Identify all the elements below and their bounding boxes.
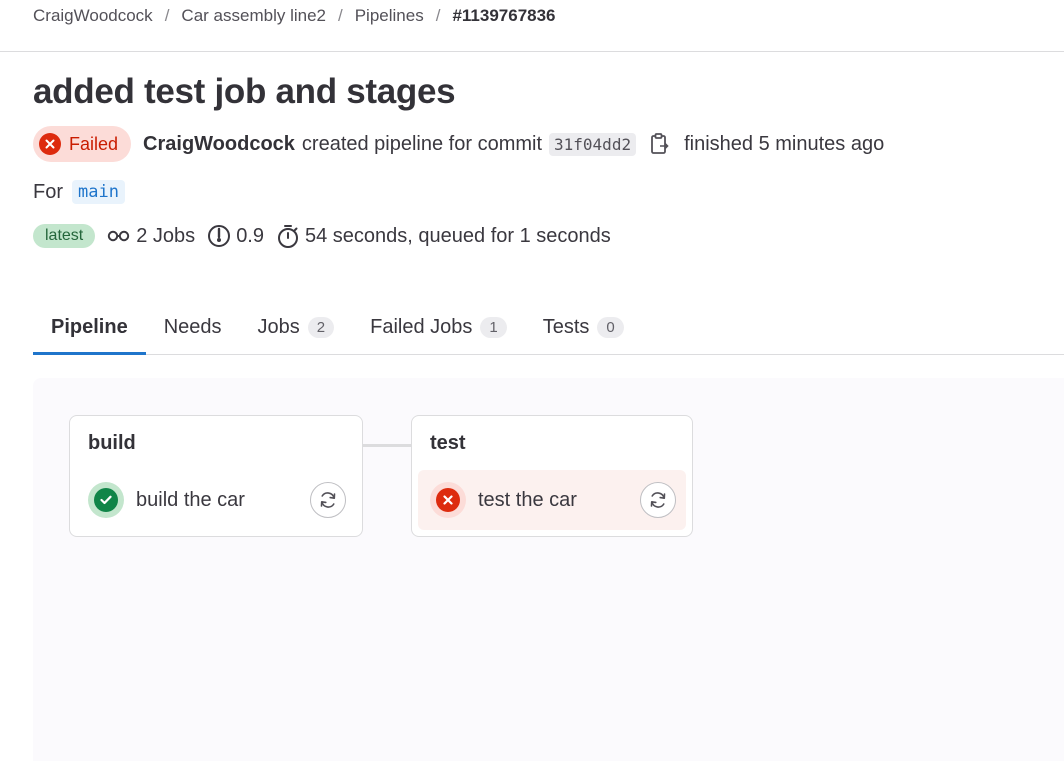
branch-link[interactable]: main: [72, 180, 125, 204]
tab-pipeline[interactable]: Pipeline: [33, 300, 146, 355]
jobs-count-text: 2 Jobs: [136, 224, 196, 247]
status-failed-icon: [430, 482, 466, 518]
pipeline-graph: build build the car test test the car: [33, 378, 1064, 761]
tab-count-badge: 2: [307, 316, 335, 338]
retry-icon: [320, 492, 336, 508]
status-badge-label: Failed: [69, 133, 119, 154]
status-action-text: created pipeline for commit: [301, 132, 543, 155]
timer-icon: [278, 225, 298, 248]
pipeline-duration: 54 seconds, queued for 1 seconds: [276, 223, 611, 249]
clipboard-icon[interactable]: [650, 132, 670, 156]
pipeline-duration-text: 54 seconds, queued for 1 seconds: [305, 224, 611, 247]
status-badge[interactable]: Failed: [33, 126, 132, 162]
tab-jobs[interactable]: Jobs 2: [240, 300, 353, 354]
status-success-icon: [88, 482, 124, 518]
breadcrumb-separator: /: [435, 6, 441, 25]
tab-label: Tests: [542, 315, 590, 338]
job-test-the-car[interactable]: test the car: [418, 470, 686, 530]
tab-failed-jobs[interactable]: Failed Jobs 1: [352, 300, 525, 354]
ref-label: For: [33, 180, 63, 203]
retry-button[interactable]: [310, 482, 346, 518]
commit-sha[interactable]: 31f04dd2: [549, 132, 637, 156]
pipeline-icon: [108, 230, 130, 242]
breadcrumb-current[interactable]: #1139767836: [452, 6, 555, 26]
retry-button[interactable]: [640, 482, 676, 518]
ref-line: For main: [33, 180, 125, 204]
breadcrumb-separator: /: [164, 6, 170, 25]
stage-connector: [363, 444, 411, 447]
finished-time: finished 5 minutes ago: [684, 132, 885, 155]
tab-count-badge: 1: [480, 316, 507, 338]
status-failed-icon: [39, 133, 61, 155]
stage-title: test: [430, 432, 466, 454]
breadcrumb: CraigWoodcock / Car assembly line2 / Pip…: [0, 0, 1064, 52]
retry-icon: [650, 492, 666, 508]
tab-label: Failed Jobs: [370, 315, 473, 338]
stage-test: test test the car: [411, 415, 693, 537]
stage-build: build build the car: [69, 415, 363, 537]
tab-label: Pipeline: [51, 315, 128, 338]
gauge-icon: [208, 225, 231, 247]
pipeline-score: 0.9: [207, 224, 264, 248]
pipeline-tabs: Pipeline Needs Jobs 2 Failed Jobs 1 Test…: [33, 300, 1064, 355]
tab-label: Jobs: [257, 315, 300, 338]
tab-tests[interactable]: Tests 0: [525, 300, 642, 354]
author-link[interactable]: CraigWoodcock: [143, 133, 295, 156]
job-build-the-car[interactable]: build the car: [76, 470, 356, 530]
job-name: build the car: [136, 488, 245, 511]
latest-badge: latest: [33, 224, 96, 248]
page-title: added test job and stages: [33, 72, 456, 111]
job-name: test the car: [478, 488, 577, 511]
jobs-count: 2 Jobs: [107, 225, 195, 248]
breadcrumb-pipelines[interactable]: Pipelines: [355, 6, 424, 26]
tab-count-badge: 0: [597, 316, 624, 338]
pipeline-meta: latest 2 Jobs 0.9 54 seconds, queued for…: [33, 222, 611, 250]
tab-label: Needs: [163, 315, 222, 338]
pipeline-score-text: 0.9: [236, 224, 264, 247]
stage-title: build: [88, 432, 136, 454]
breadcrumb-user[interactable]: CraigWoodcock: [33, 6, 153, 26]
breadcrumb-project[interactable]: Car assembly line2: [181, 6, 326, 26]
breadcrumb-separator: /: [337, 6, 343, 25]
pipeline-status-line: Failed CraigWoodcock created pipeline fo…: [33, 126, 884, 162]
tab-needs[interactable]: Needs: [146, 300, 240, 354]
